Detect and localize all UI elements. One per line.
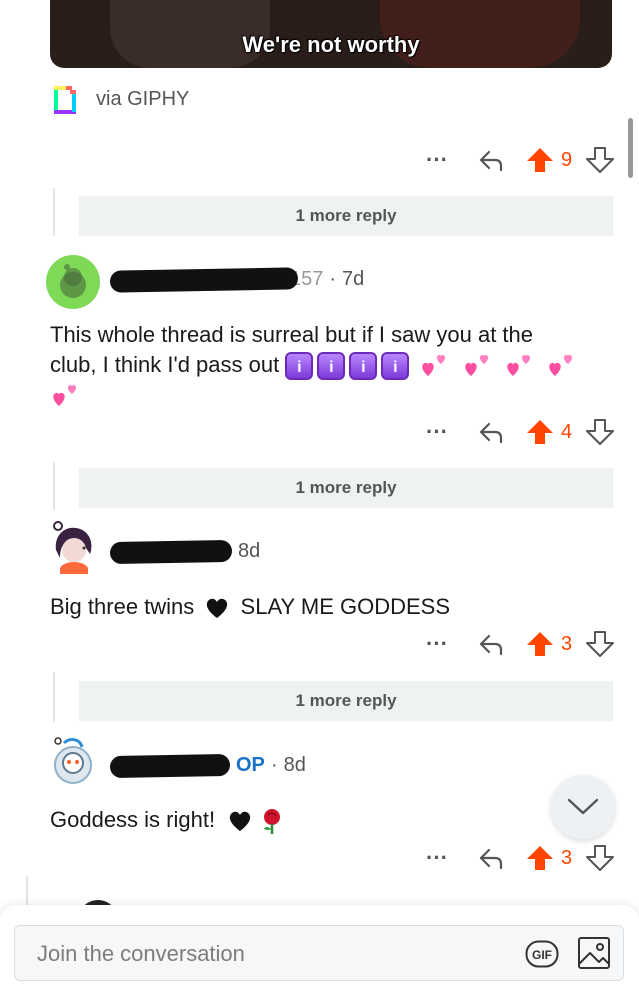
comment-body: Big three twins SLAY ME GODDESS: [50, 592, 450, 622]
more-icon[interactable]: ···: [417, 633, 457, 655]
downvote-arrow-icon[interactable]: [585, 629, 615, 659]
two-hearts-emoji-icon: [549, 355, 572, 377]
comment-text-line: club, I think I'd pass out: [50, 352, 280, 377]
avatar[interactable]: [46, 733, 100, 787]
upvote-arrow-icon[interactable]: [525, 145, 555, 175]
reply-icon[interactable]: [475, 144, 507, 176]
info-emoji-icon: i: [349, 352, 378, 381]
reply-icon[interactable]: [475, 628, 507, 660]
avatar[interactable]: [46, 255, 100, 309]
black-heart-emoji-icon: [230, 811, 251, 832]
gif-embed[interactable]: We're not worthy: [50, 0, 612, 68]
comment-time: 8d: [283, 754, 306, 776]
giphy-logo-icon: [52, 84, 78, 114]
vote-count: 3: [561, 846, 573, 869]
thread-line: [53, 672, 55, 722]
gif-button-label: GIF: [532, 948, 552, 962]
thread-line: [53, 188, 55, 236]
comment-meta: 8d: [109, 539, 261, 564]
chevron-down-icon: [567, 798, 599, 815]
vote-count: 4: [561, 420, 573, 443]
comment-text-line: This whole thread is surreal but if I sa…: [50, 322, 534, 347]
thread-line: [26, 876, 28, 906]
comment-text: SLAY ME GODDESS: [240, 594, 451, 619]
more-reply-button[interactable]: 1 more reply: [79, 681, 613, 721]
gif-icon[interactable]: GIF: [525, 940, 559, 968]
comment-actions: ··· 9: [417, 144, 615, 176]
more-reply-button[interactable]: 1 more reply: [79, 468, 613, 508]
rose-emoji-icon: [264, 809, 281, 835]
comment-time: 7d: [342, 268, 365, 290]
upvote-arrow-icon[interactable]: [525, 629, 555, 659]
scrollbar[interactable]: [628, 118, 633, 178]
redacted-username: [109, 753, 231, 778]
two-hearts-emoji-icon: [53, 385, 77, 407]
two-hearts-emoji-icon: [464, 355, 488, 377]
more-reply-button[interactable]: 1 more reply: [79, 196, 613, 236]
scroll-down-button[interactable]: [551, 775, 615, 839]
more-icon[interactable]: ···: [417, 421, 457, 443]
comment-actions: ··· 3: [417, 842, 615, 874]
giphy-label: via GIPHY: [96, 87, 190, 110]
gif-caption: We're not worthy: [242, 32, 420, 57]
comment-meta: 157 · 7d: [109, 266, 365, 293]
more-icon[interactable]: ···: [417, 149, 457, 171]
downvote-arrow-icon[interactable]: [585, 417, 615, 447]
comment-actions: ··· 3: [417, 628, 615, 660]
comment-time: 8d: [238, 540, 261, 562]
comment-body: This whole thread is surreal but if I sa…: [50, 320, 620, 410]
upvote-arrow-icon[interactable]: [525, 843, 555, 873]
avatar[interactable]: [46, 520, 100, 574]
comment-actions: ··· 4: [417, 416, 615, 448]
comment-body: Goddess is right!: [50, 805, 285, 835]
thread-line: [53, 462, 55, 510]
vote-count: 3: [561, 632, 573, 655]
comment-text: Goddess is right!: [50, 807, 216, 832]
giphy-attribution[interactable]: via GIPHY: [52, 84, 189, 114]
comment-input[interactable]: Join the conversation GIF: [14, 925, 624, 981]
two-hearts-emoji-icon: [507, 355, 530, 377]
info-emoji-icon: i: [285, 352, 314, 381]
downvote-arrow-icon[interactable]: [585, 145, 615, 175]
upvote-arrow-icon[interactable]: [525, 417, 555, 447]
downvote-arrow-icon[interactable]: [585, 843, 615, 873]
comment-text: Big three twins: [50, 594, 195, 619]
comment-input-placeholder: Join the conversation: [37, 941, 245, 966]
redacted-username: [109, 539, 233, 564]
more-icon[interactable]: ···: [417, 847, 457, 869]
comment-composer: Join the conversation GIF: [0, 905, 639, 1000]
image-icon[interactable]: [577, 936, 611, 970]
comment-meta: OP · 8d: [109, 753, 306, 778]
vote-count: 9: [561, 148, 573, 171]
info-emoji-icon: i: [317, 352, 346, 381]
redacted-username: [109, 266, 299, 293]
op-badge: OP: [236, 754, 265, 776]
info-emoji-icon: i: [381, 352, 410, 381]
reply-icon[interactable]: [475, 842, 507, 874]
reply-icon[interactable]: [475, 416, 507, 448]
two-hearts-emoji-icon: [422, 355, 446, 377]
black-heart-emoji-icon: [207, 598, 228, 619]
